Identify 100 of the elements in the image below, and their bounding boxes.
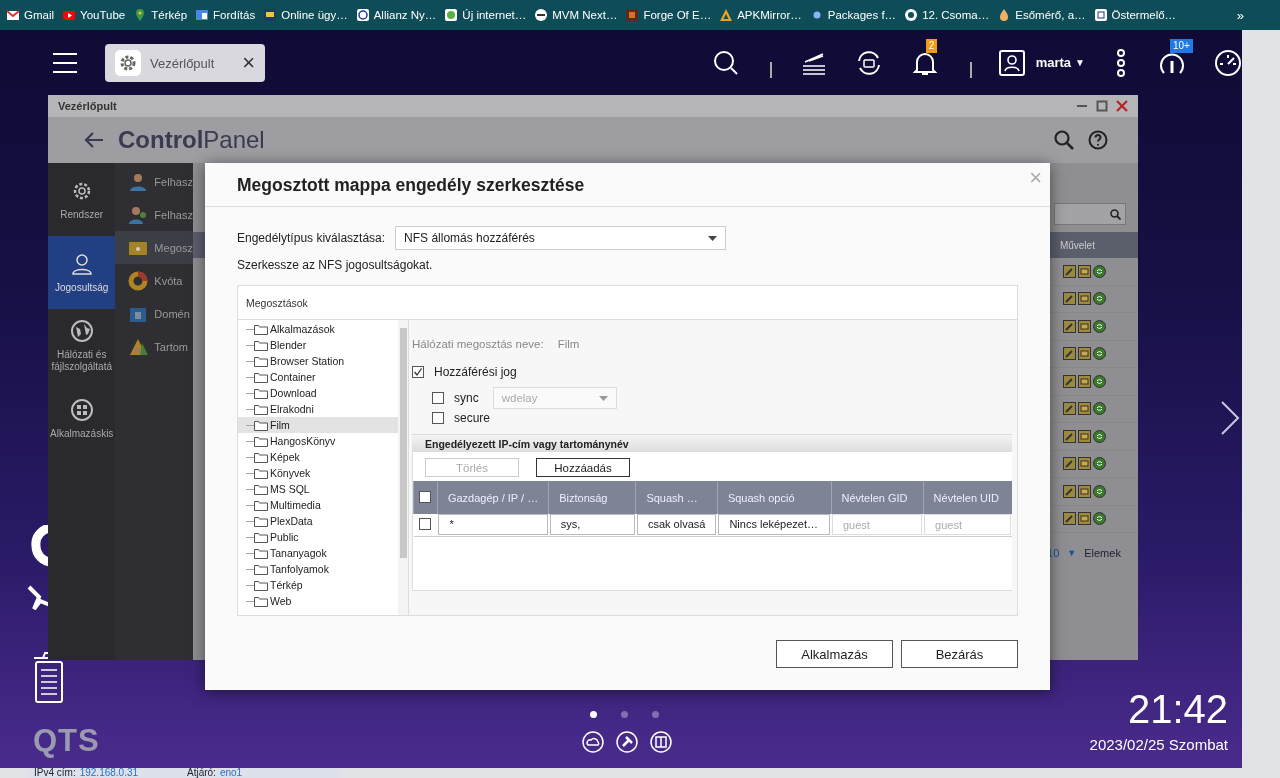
edit-icon[interactable]	[1062, 429, 1076, 443]
bookmark-link[interactable]: Gmail	[6, 8, 55, 22]
tree-item[interactable]: Tanfolyamok	[238, 561, 398, 577]
tree-item[interactable]: Download	[238, 385, 398, 401]
page-dot[interactable]	[590, 711, 597, 718]
bookmark-link[interactable]: Térkép	[133, 8, 188, 22]
maximize-icon[interactable]	[1096, 100, 1108, 112]
tree-item[interactable]: Térkép	[238, 577, 398, 593]
tree-item[interactable]: HangosKönyv	[238, 433, 398, 449]
menu-item[interactable]: Felhasz	[115, 198, 193, 231]
tree-item[interactable]: Blender	[238, 337, 398, 353]
folder-icon[interactable]	[1077, 457, 1091, 471]
checkbox[interactable]	[432, 392, 444, 404]
refresh-icon[interactable]	[1092, 264, 1106, 278]
back-arrow-icon[interactable]	[84, 131, 104, 149]
menu-icon[interactable]	[52, 51, 78, 74]
help-icon[interactable]	[1088, 130, 1108, 150]
refresh-icon[interactable]	[1092, 429, 1106, 443]
edit-icon[interactable]	[1062, 264, 1076, 278]
table-cell[interactable]: sys,	[549, 514, 635, 536]
folder-icon[interactable]	[1077, 319, 1091, 333]
edit-icon[interactable]	[1062, 347, 1076, 361]
input-field[interactable]: guest	[924, 514, 1011, 536]
folder-icon[interactable]	[1077, 402, 1091, 416]
tree-item[interactable]: Film	[238, 417, 398, 433]
folder-icon[interactable]	[1077, 484, 1091, 498]
app-tab[interactable]: Vezérlőpult ×	[105, 44, 265, 82]
edit-icon[interactable]	[1062, 374, 1076, 388]
nav-item[interactable]: Rendszer	[48, 163, 116, 236]
nav-item[interactable]: Hálózati és fájlszolgáltatá	[48, 309, 116, 382]
add-button[interactable]: Hozzáadás	[536, 458, 630, 477]
bookmark-link[interactable]: Forge Of E…	[625, 8, 712, 22]
checkbox[interactable]	[432, 412, 444, 424]
menu-item[interactable]: Tartom	[115, 330, 193, 363]
bookmark-link[interactable]: Új internet…	[444, 8, 527, 22]
more-icon[interactable]	[1115, 48, 1127, 77]
book-icon[interactable]	[650, 731, 672, 753]
user-menu[interactable]: marta ▼	[1035, 55, 1085, 70]
speedometer-icon[interactable]	[1214, 48, 1242, 77]
select-all-checkbox[interactable]	[419, 490, 432, 503]
scrollbar[interactable]	[398, 320, 408, 615]
dialog-button[interactable]: Bezárás	[901, 640, 1018, 668]
bookmark-link[interactable]: Allianz Ny…	[355, 8, 437, 22]
tree-item[interactable]: Browser Station	[238, 353, 398, 369]
table-cell[interactable]: *	[438, 514, 548, 536]
close-tab-button[interactable]: ×	[242, 50, 255, 76]
bookmark-link[interactable]: 12. Csoma…	[904, 8, 990, 22]
tree-item[interactable]: Képek	[238, 449, 398, 465]
input-field[interactable]: guest	[832, 514, 923, 536]
refresh-icon[interactable]	[1092, 347, 1106, 361]
nav-item[interactable]: Jogosultság	[48, 236, 116, 309]
hammer-icon[interactable]	[616, 731, 638, 753]
bookmark-link[interactable]: Östermelő…	[1093, 8, 1177, 22]
edit-icon[interactable]	[1062, 319, 1076, 333]
tree-item[interactable]: Multimedia	[238, 497, 398, 513]
folder-icon[interactable]	[1077, 374, 1091, 388]
tree-item[interactable]: Web	[238, 593, 398, 609]
user-icon[interactable]	[998, 49, 1025, 76]
folder-icon[interactable]	[1077, 292, 1091, 306]
edit-icon[interactable]	[1062, 512, 1076, 526]
tree-item[interactable]: MS SQL	[238, 481, 398, 497]
folder-icon[interactable]	[1077, 512, 1091, 526]
folder-icon[interactable]	[1077, 347, 1091, 361]
bookmark-link[interactable]: Fordítás	[195, 8, 256, 22]
checkbox[interactable]	[412, 366, 424, 378]
refresh-icon[interactable]	[1092, 512, 1106, 526]
tree-item[interactable]: Container	[238, 369, 398, 385]
folder-icon[interactable]	[1077, 264, 1091, 278]
tree-item[interactable]: Könyvek	[238, 465, 398, 481]
refresh-icon[interactable]	[1092, 292, 1106, 306]
search-icon[interactable]	[711, 48, 740, 77]
tree-item[interactable]: Alkalmazások	[238, 321, 398, 337]
close-icon[interactable]	[1116, 100, 1128, 112]
edit-icon[interactable]	[1062, 292, 1076, 306]
bookmark-link[interactable]: MVM Next…	[534, 8, 618, 22]
more-bookmarks-button[interactable]: »	[1236, 7, 1244, 23]
permission-type-dropdown[interactable]: NFS állomás hozzáférés	[395, 226, 727, 250]
cloud-icon[interactable]	[582, 731, 604, 753]
refresh-icon[interactable]	[1092, 484, 1106, 498]
menu-item[interactable]: Kvóta	[115, 264, 193, 297]
tree-item[interactable]: Elrakodni	[238, 401, 398, 417]
refresh-icon[interactable]	[1092, 457, 1106, 471]
edit-icon[interactable]	[1062, 402, 1076, 416]
menu-item[interactable]: Megosz	[115, 231, 193, 264]
tree-item[interactable]: PlexData	[238, 513, 398, 529]
bookmark-link[interactable]: APKMirror…	[719, 8, 802, 22]
search-icon[interactable]	[1054, 130, 1074, 150]
refresh-icon[interactable]	[1092, 319, 1106, 333]
table-cell[interactable]: Nincs leképezet…	[718, 514, 830, 536]
nav-item[interactable]: Alkalmazáskis	[48, 382, 116, 455]
chevron-right-icon[interactable]	[1219, 400, 1241, 436]
refresh-icon[interactable]	[1092, 402, 1106, 416]
page-dot[interactable]	[621, 711, 628, 718]
dialog-button[interactable]: Alkalmazás	[776, 640, 893, 668]
row-checkbox[interactable]	[419, 517, 432, 530]
tree-item[interactable]: Public	[238, 529, 398, 545]
tree-item[interactable]: Tananyagok	[238, 545, 398, 561]
search-field[interactable]	[1053, 203, 1126, 225]
edit-icon[interactable]	[1062, 484, 1076, 498]
folder-icon[interactable]	[1077, 429, 1091, 443]
